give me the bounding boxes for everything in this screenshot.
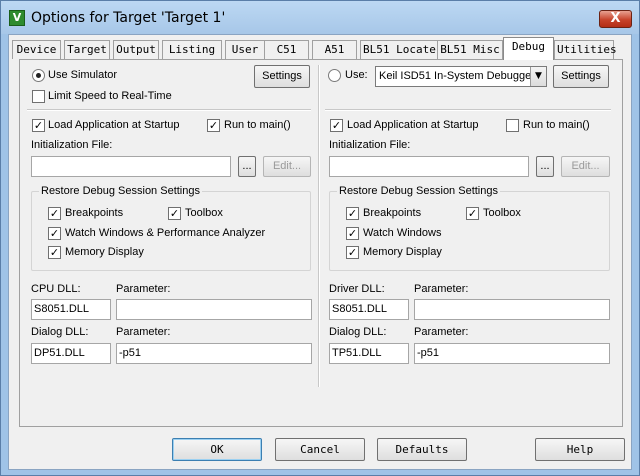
toolbox-label-right: Toolbox [483,207,521,219]
cpu-dll-input[interactable]: S8051.DLL [31,299,111,320]
init-file-input-right[interactable] [329,156,529,177]
panel-divider [318,65,320,387]
restore-group-title-right: Restore Debug Session Settings [337,185,500,198]
window-title: Options for Target 'Target 1' [31,10,226,26]
dialog-dll-input-right[interactable]: TP51.DLL [329,343,409,364]
simulator-settings-button[interactable]: Settings [254,65,310,88]
load-app-checkbox-left[interactable]: ✓ [32,119,45,132]
init-file-input-left[interactable] [31,156,231,177]
browse-button-left[interactable]: ... [238,156,256,177]
right-separator [325,109,611,111]
limit-speed-label: Limit Speed to Real-Time [48,90,172,102]
dialog-param-label-left: Parameter: [116,326,171,338]
dialog-dll-label-left: Dialog DLL: [31,326,89,338]
limit-speed-checkbox[interactable] [32,90,45,103]
edit-button-right[interactable]: Edit... [561,156,610,177]
dialog-dll-label-right: Dialog DLL: [329,326,387,338]
edit-button-left[interactable]: Edit... [263,156,311,177]
tab-debug[interactable]: Debug [503,37,554,60]
use-debugger-radio[interactable] [328,69,341,82]
tab-bl51-misc[interactable]: BL51 Misc [437,40,503,59]
watch-checkbox-right[interactable]: ✓ [346,227,359,240]
breakpoints-label-left: Breakpoints [65,207,124,219]
tab-c51[interactable]: C51 [264,40,309,59]
cpu-param-input[interactable] [116,299,312,320]
run-to-main-label-left: Run to main() [224,119,291,131]
options-dialog: V Options for Target 'Target 1' X Device… [0,0,640,476]
ok-button[interactable]: OK [172,438,262,461]
help-button[interactable]: Help [535,438,625,461]
toolbox-checkbox-right[interactable]: ✓ [466,207,479,220]
memory-checkbox-right[interactable]: ✓ [346,246,359,259]
watch-label-left: Watch Windows & Performance Analyzer [65,227,266,239]
keil-app-icon: V [9,10,25,26]
browse-button-right[interactable]: ... [536,156,554,177]
use-label: Use: [345,69,368,81]
driver-param-input[interactable] [414,299,610,320]
dialog-param-label-right: Parameter: [414,326,469,338]
load-app-checkbox-right[interactable]: ✓ [330,119,343,132]
cancel-button[interactable]: Cancel [275,438,365,461]
title-bar[interactable]: V Options for Target 'Target 1' X [1,1,639,34]
breakpoints-label-right: Breakpoints [363,207,422,219]
tab-user[interactable]: User [225,40,265,59]
dialog-param-input-right[interactable]: -p51 [414,343,610,364]
tab-utilities[interactable]: Utilities [554,40,617,59]
run-to-main-checkbox-right[interactable] [506,119,519,132]
debugger-select-value: Keil ISD51 In-System Debugger [379,70,535,82]
cpu-dll-label: CPU DLL: [31,283,81,295]
breakpoints-checkbox-right[interactable]: ✓ [346,207,359,220]
run-to-main-label-right: Run to main() [523,119,590,131]
defaults-button[interactable]: Defaults [377,438,467,461]
toolbox-checkbox-left[interactable]: ✓ [168,207,181,220]
chevron-down-icon[interactable]: ▼ [530,67,546,86]
use-simulator-radio[interactable] [32,69,45,82]
memory-checkbox-left[interactable]: ✓ [48,246,61,259]
cpu-param-label: Parameter: [116,283,171,295]
tab-output[interactable]: Output [113,40,159,59]
load-app-label-left: Load Application at Startup [48,119,180,131]
debugger-select[interactable]: Keil ISD51 In-System Debugger ▼ [375,66,547,87]
use-simulator-label: Use Simulator [48,69,118,81]
driver-param-label: Parameter: [414,283,469,295]
run-to-main-checkbox-left[interactable]: ✓ [207,119,220,132]
tab-bl51-locate[interactable]: BL51 Locate [360,40,438,59]
init-file-label-right: Initialization File: [329,139,411,151]
breakpoints-checkbox-left[interactable]: ✓ [48,207,61,220]
tab-a51[interactable]: A51 [312,40,357,59]
left-separator [27,109,311,111]
watch-label-right: Watch Windows [363,227,442,239]
memory-label-right: Memory Display [363,246,442,258]
dialog-dll-input-left[interactable]: DP51.DLL [31,343,111,364]
close-button[interactable]: X [599,10,632,28]
memory-label-left: Memory Display [65,246,144,258]
tab-target[interactable]: Target [64,40,110,59]
load-app-label-right: Load Application at Startup [347,119,479,131]
restore-group-title-left: Restore Debug Session Settings [39,185,202,198]
toolbox-label-left: Toolbox [185,207,223,219]
watch-checkbox-left[interactable]: ✓ [48,227,61,240]
driver-dll-label: Driver DLL: [329,283,385,295]
dialog-param-input-left[interactable]: -p51 [116,343,312,364]
driver-dll-input[interactable]: S8051.DLL [329,299,409,320]
debugger-settings-button[interactable]: Settings [553,65,609,88]
tab-listing[interactable]: Listing [162,40,222,59]
tab-device[interactable]: Device [12,40,61,59]
init-file-label-left: Initialization File: [31,139,113,151]
